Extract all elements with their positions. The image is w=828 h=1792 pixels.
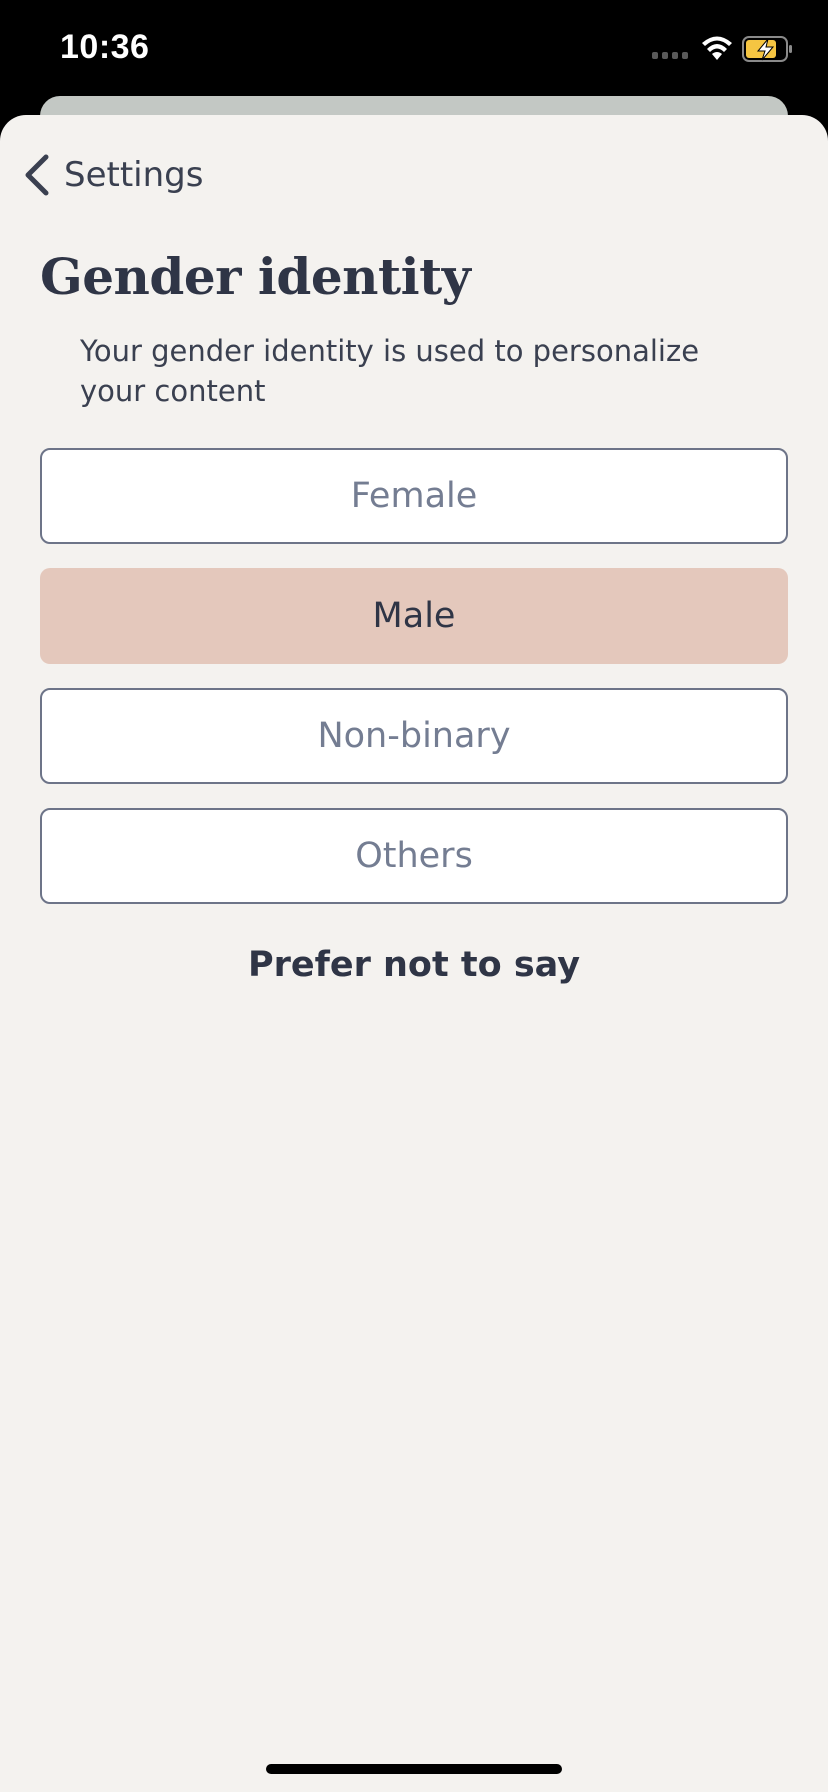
back-label: Settings xyxy=(64,155,204,195)
option-non-binary[interactable]: Non-binary xyxy=(40,688,788,784)
battery-charging-icon xyxy=(742,36,792,62)
signal-dots-icon xyxy=(652,52,688,59)
status-bar: 10:36 xyxy=(0,0,828,100)
gender-options: Female Male Non-binary Others xyxy=(40,448,788,928)
prefer-not-to-say-button[interactable]: Prefer not to say xyxy=(0,945,828,985)
home-indicator xyxy=(266,1764,562,1774)
option-others[interactable]: Others xyxy=(40,808,788,904)
page-title: Gender identity xyxy=(40,247,471,306)
wifi-icon xyxy=(702,36,732,60)
chevron-left-icon xyxy=(25,154,49,196)
option-female[interactable]: Female xyxy=(40,448,788,544)
page-subtitle: Your gender identity is used to personal… xyxy=(80,334,700,408)
back-button[interactable]: Settings xyxy=(22,149,203,201)
status-time: 10:36 xyxy=(60,28,150,66)
settings-sheet: Settings Gender identity Your gender ide… xyxy=(0,115,828,1792)
option-male[interactable]: Male xyxy=(40,568,788,664)
